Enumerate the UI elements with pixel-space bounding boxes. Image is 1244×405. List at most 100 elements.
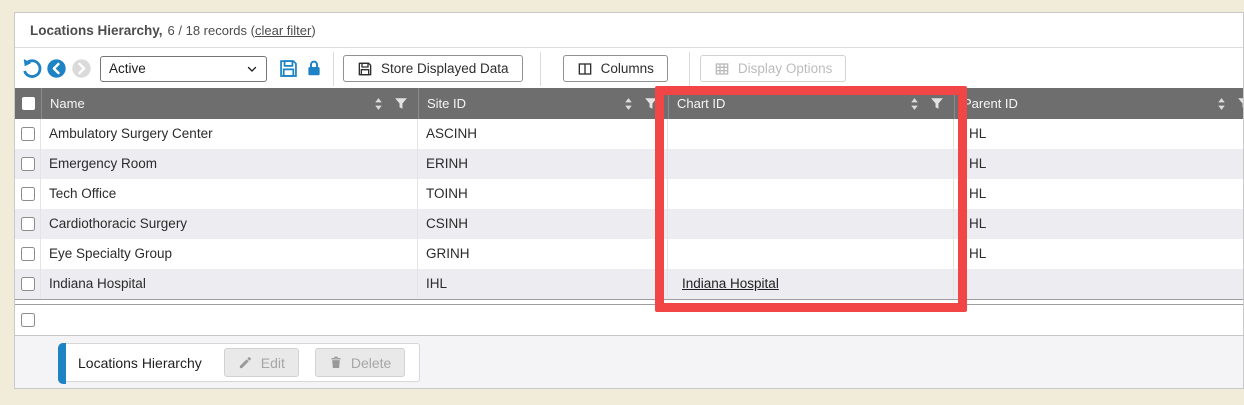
cell-parent-id: HL — [954, 149, 1244, 179]
toolbar-separator — [540, 52, 541, 86]
row-checkbox[interactable] — [21, 187, 35, 201]
row-checkbox-cell — [15, 149, 41, 179]
row-checkbox[interactable] — [21, 247, 35, 261]
records-count-suffix: ) — [311, 23, 315, 38]
column-header-site-id[interactable]: Site ID — [418, 88, 668, 119]
cell-parent-id — [954, 269, 1244, 299]
toolbar-separator — [333, 52, 334, 86]
filter-icon[interactable] — [1237, 97, 1244, 110]
row-checkbox[interactable] — [21, 313, 35, 327]
chevron-down-icon — [246, 63, 258, 75]
forward-icon — [71, 58, 92, 79]
delete-label: Delete — [351, 355, 391, 371]
undo-icon[interactable] — [21, 58, 42, 79]
row-checkbox[interactable] — [21, 217, 35, 231]
cell-site-id: GRINH — [418, 239, 668, 269]
edit-button: Edit — [224, 348, 299, 377]
status-filter-value: Active — [109, 61, 146, 76]
cell-chart-id — [668, 149, 954, 179]
column-label: Chart ID — [677, 96, 725, 111]
trash-icon — [329, 355, 343, 370]
filter-icon[interactable] — [394, 97, 408, 110]
table-body: Ambulatory Surgery Center ASCINH HL Emer… — [15, 119, 1243, 299]
cell-chart-id — [668, 239, 954, 269]
footer-bar: Locations Hierarchy Edit Delete — [15, 335, 1243, 388]
back-icon[interactable] — [46, 58, 67, 79]
cell-parent-id: HL — [954, 239, 1244, 269]
row-checkbox[interactable] — [21, 277, 35, 291]
cell-name: Indiana Hospital — [41, 269, 418, 299]
cell-chart-id — [668, 209, 954, 239]
lock-icon[interactable] — [305, 59, 323, 78]
row-checkbox-cell — [15, 209, 41, 239]
columns-button[interactable]: Columns — [563, 55, 668, 82]
row-checkbox-cell — [15, 179, 41, 209]
columns-label: Columns — [601, 61, 654, 76]
delete-button: Delete — [315, 348, 405, 377]
display-options-button: Display Options — [700, 55, 847, 82]
checkbox-icon — [22, 97, 35, 110]
table-row[interactable]: Eye Specialty Group GRINH HL — [15, 239, 1243, 269]
toolbar: Active Store Displayed Data Columns Disp… — [15, 49, 1243, 88]
row-checkbox[interactable] — [21, 157, 35, 171]
cell-chart-id — [668, 119, 954, 149]
table-row[interactable]: Ambulatory Surgery Center ASCINH HL — [15, 119, 1243, 149]
filter-icon[interactable] — [644, 97, 658, 110]
cell-site-id: ERINH — [418, 149, 668, 179]
save-icon — [357, 61, 373, 77]
sort-icon[interactable] — [1215, 97, 1228, 111]
records-count: 6 / 18 records ( — [168, 23, 255, 38]
row-checkbox[interactable] — [21, 127, 35, 141]
sort-icon[interactable] — [622, 97, 635, 111]
cell-parent-id: HL — [954, 119, 1244, 149]
column-header-name[interactable]: Name — [41, 88, 418, 119]
clear-filter-link[interactable]: clear filter — [255, 23, 311, 38]
pencil-icon — [238, 355, 253, 370]
column-header-chart-id[interactable]: Chart ID — [668, 88, 954, 119]
column-header-parent-id[interactable]: Parent ID — [954, 88, 1244, 119]
table-row[interactable]: Indiana Hospital IHL Indiana Hospital — [15, 269, 1243, 299]
cell-parent-id: HL — [954, 209, 1244, 239]
row-checkbox-cell — [15, 269, 41, 299]
store-displayed-data-label: Store Displayed Data — [381, 61, 509, 76]
cell-name: Tech Office — [41, 179, 418, 209]
table-row[interactable]: Emergency Room ERINH HL — [15, 149, 1243, 179]
row-checkbox-cell — [15, 119, 41, 149]
cell-name: Cardiothoracic Surgery — [41, 209, 418, 239]
cell-name: Ambulatory Surgery Center — [41, 119, 418, 149]
chart-id-link[interactable]: Indiana Hospital — [682, 276, 779, 291]
select-all-checkbox[interactable] — [15, 88, 41, 119]
columns-icon — [577, 61, 593, 77]
column-label: Parent ID — [963, 96, 1018, 111]
edit-label: Edit — [261, 355, 285, 371]
filter-icon[interactable] — [930, 97, 944, 110]
accent-bar — [58, 343, 66, 384]
display-options-label: Display Options — [738, 61, 833, 76]
cell-chart-id: Indiana Hospital — [668, 269, 954, 299]
empty-row — [15, 305, 1243, 335]
table-header: Name Site ID Chart ID Parent ID — [15, 88, 1243, 119]
column-label: Site ID — [427, 96, 466, 111]
table-row[interactable]: Tech Office TOINH HL — [15, 179, 1243, 209]
cell-site-id: IHL — [418, 269, 668, 299]
sort-icon[interactable] — [908, 97, 921, 111]
selection-action-box: Locations Hierarchy Edit Delete — [59, 343, 420, 382]
grid-icon — [714, 61, 730, 77]
column-label: Name — [50, 96, 85, 111]
sort-icon[interactable] — [372, 97, 385, 111]
cell-site-id: ASCINH — [418, 119, 668, 149]
toolbar-separator — [689, 52, 690, 86]
cell-site-id: TOINH — [418, 179, 668, 209]
cell-chart-id — [668, 179, 954, 209]
status-filter-select[interactable]: Active — [100, 56, 267, 82]
footer-panel-label: Locations Hierarchy — [78, 355, 202, 371]
cell-site-id: CSINH — [418, 209, 668, 239]
save-view-icon[interactable] — [278, 58, 299, 79]
store-displayed-data-button[interactable]: Store Displayed Data — [343, 55, 523, 82]
table-row[interactable]: Cardiothoracic Surgery CSINH HL — [15, 209, 1243, 239]
title-bar: Locations Hierarchy, 6 / 18 records (cle… — [15, 13, 1243, 48]
page-title: Locations Hierarchy, — [30, 23, 163, 38]
cell-name: Emergency Room — [41, 149, 418, 179]
cell-name: Eye Specialty Group — [41, 239, 418, 269]
cell-parent-id: HL — [954, 179, 1244, 209]
